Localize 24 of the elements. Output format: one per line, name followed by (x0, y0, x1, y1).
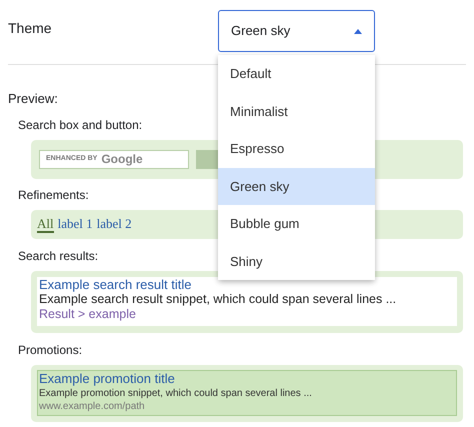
promotion-title[interactable]: Example promotion title (39, 370, 175, 386)
dropdown-option[interactable]: Minimalist (218, 92, 375, 130)
result-snippet: Example search result snippet, which could span several lines ... (39, 292, 396, 306)
promotion-snippet: Example promotion snippet, which could span several lines ... (39, 386, 312, 400)
section-label: Search results: (18, 248, 98, 264)
result-breadcrumb: Result > example (39, 306, 136, 322)
preview-heading: Preview: (8, 90, 58, 108)
theme-select[interactable]: Green sky (218, 10, 375, 52)
branding-logo: Google (101, 151, 143, 168)
dropdown-option[interactable]: Espresso (218, 130, 375, 168)
theme-label: Theme (8, 19, 53, 38)
dropdown-option[interactable]: Green sky (218, 168, 375, 205)
result-title[interactable]: Example search result title (39, 276, 192, 292)
caret-icon (354, 28, 362, 34)
refinement-tab[interactable]: label 2 (96, 216, 132, 232)
section-label: Promotions: (18, 342, 82, 358)
refinement-tab[interactable]: label 1 (58, 216, 93, 232)
section-label: Refinements: (18, 186, 89, 204)
refinement-tab[interactable]: All (37, 216, 54, 232)
promotion-url: www.example.com/path (39, 400, 145, 412)
section-label: Search box and button: (18, 116, 142, 134)
dropdown-option[interactable]: Bubble gum (218, 205, 375, 242)
dropdown-option[interactable]: Default (218, 55, 375, 92)
dropdown-option[interactable]: Shiny (218, 242, 375, 280)
